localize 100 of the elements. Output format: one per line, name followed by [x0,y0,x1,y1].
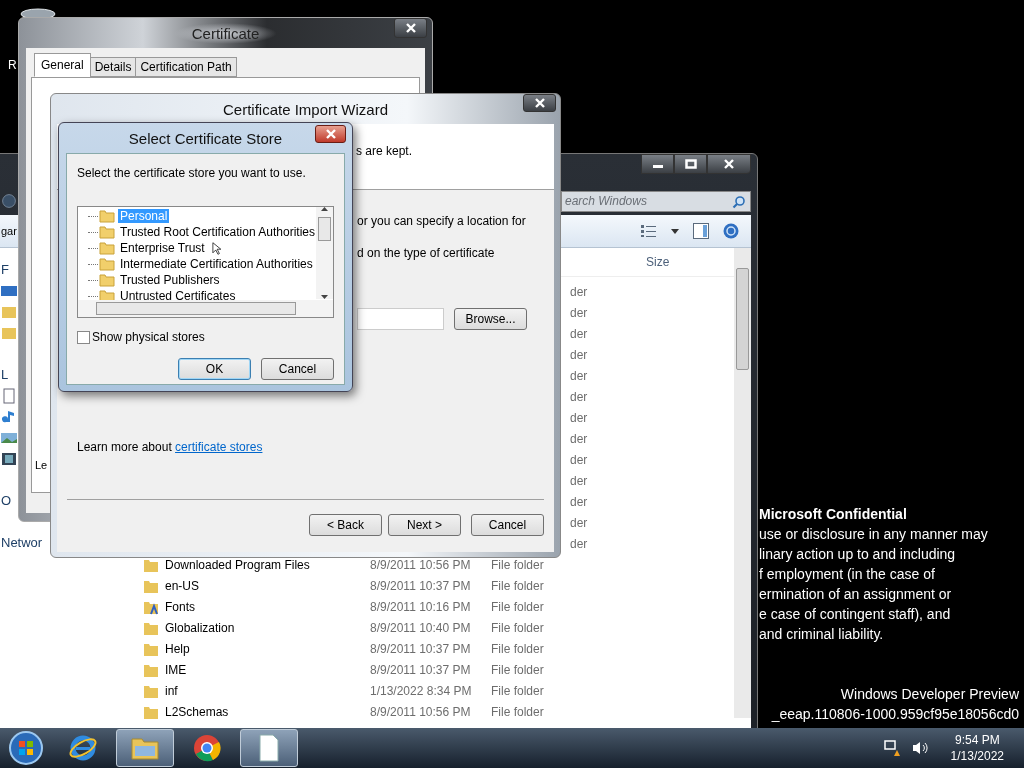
wizard-button[interactable]: < Back [309,514,382,536]
wizard-button[interactable]: Cancel [471,514,544,536]
file-name[interactable]: IME [165,662,187,677]
table-cell: File folder [491,578,544,593]
folder-icon [99,241,115,255]
nav-heading[interactable]: O [1,493,12,509]
scrollbar-thumb[interactable] [736,268,749,370]
maximize-icon [684,159,697,169]
build-line: Windows Developer Preview [840,685,1019,704]
tab[interactable]: Details [89,57,137,77]
search-field[interactable]: earch Windows [561,190,751,212]
certificate-stores-link[interactable]: certificate stores [175,440,263,454]
table-cell: File folder [491,557,544,572]
close-button[interactable] [315,125,346,143]
browse-button[interactable]: Browse... [454,308,527,330]
table-cell-text: 8/9/2011 10:16 PM [370,599,472,614]
checkbox-label[interactable]: Show physical stores [92,330,205,344]
path-field[interactable] [357,308,444,330]
table-cell: der [570,326,588,341]
music-note-icon[interactable] [1,409,17,425]
table-cell: File folder [491,662,544,677]
tree-item[interactable]: Trusted Publishers [118,273,222,287]
desktop-icon-label[interactable]: R [8,58,17,72]
taskbar-button[interactable] [240,729,298,767]
cursor-icon [212,242,221,255]
nav-heading[interactable]: L [1,367,9,383]
table-cell: File folder [491,620,544,635]
tab[interactable]: Certification Path [135,57,237,77]
file-name[interactable]: inf [165,683,178,698]
file-name[interactable]: Globalization [165,620,235,635]
nav-heading[interactable]: Networ [1,535,43,551]
table-cell: der [570,410,588,425]
scrollbar-thumb[interactable] [318,217,331,241]
learn-more-text: Learn more about certificate stores [77,440,263,454]
close-icon [723,159,735,169]
table-cell-text: 8/9/2011 10:56 PM [370,557,472,572]
build-line: _eeap.110806-1000.959cf95e18056cd0 [771,705,1019,724]
notice-line: use or disclosure in any manner may [759,525,988,544]
notice-line: and criminal liability. [759,625,885,644]
film-icon[interactable] [1,451,17,467]
notice-line: linary action up to and including [759,545,957,564]
caret-icon[interactable] [671,228,679,234]
wizard-button[interactable]: Next > [388,514,461,536]
preview-pane-icon[interactable] [693,223,709,239]
folder-icon [99,209,115,223]
table-cell-text: 8/9/2011 10:37 PM [370,578,472,593]
monitor-icon[interactable] [1,283,17,299]
table-cell: File folder [491,704,544,719]
checkbox[interactable] [77,330,90,344]
file-name[interactable]: Fonts [165,599,195,614]
tree-item[interactable]: Untrusted Certificates [118,289,238,303]
scrollbar[interactable] [734,248,751,718]
tree-item[interactable]: Intermediate Certification Authorities [118,257,315,271]
close-button[interactable] [707,154,751,174]
folder-icon [99,273,115,287]
help-icon[interactable] [723,223,739,239]
text-fragment: Le [35,459,48,471]
clock-date[interactable]: 1/13/2022 [950,748,1004,764]
nav-heading[interactable]: F [1,262,9,278]
table-cell-text: 8/9/2011 10:37 PM [370,662,472,677]
close-button[interactable] [523,94,556,112]
table-cell-text: 8/9/2011 10:37 PM [370,641,472,656]
tab[interactable]: General [34,53,91,77]
view-list-icon[interactable] [641,224,657,238]
tree-item[interactable]: Trusted Root Certification Authorities [118,225,317,239]
file-name[interactable]: L2Schemas [165,704,229,719]
column-header[interactable]: Size [646,255,670,269]
table-cell: der [570,473,588,488]
file-name[interactable]: Downloaded Program Files [165,557,310,572]
close-button[interactable] [394,18,427,38]
down-arrow-icon[interactable] [321,295,328,299]
wizard-description: s are kept. [356,144,413,158]
wizard-text: d on the type of certificate [357,246,495,260]
dialog-button[interactable]: OK [178,358,251,380]
close-icon [324,129,337,139]
file-name[interactable]: en-US [165,578,199,593]
scrollbar[interactable] [78,300,333,317]
up-arrow-icon[interactable] [321,207,328,211]
folder-icon [99,257,115,271]
landscape-icon[interactable] [1,430,17,446]
minimize-button[interactable] [641,154,674,174]
dialog-title: Select Certificate Store [128,129,283,147]
organize-menu[interactable]: gar [1,225,17,237]
notice-title: Microsoft Confidential [759,505,908,524]
maximize-button[interactable] [674,154,707,174]
start-button[interactable] [8,730,44,766]
tree-item[interactable]: Enterprise Trust [118,241,207,255]
table-cell: der [570,515,588,530]
scrollbar-thumb[interactable] [96,302,296,315]
clock-time[interactable]: 9:54 PM [954,732,1000,748]
table-cell: der [570,284,588,299]
table-cell-text: 1/13/2022 8:34 PM [370,683,473,698]
close-icon [404,23,417,33]
scrollbar[interactable] [316,207,333,299]
table-cell: File folder [491,641,544,656]
file-name[interactable]: Help [165,641,190,656]
back-button-icon[interactable] [2,194,16,208]
speaker-icon[interactable] [910,739,929,757]
dialog-button[interactable]: Cancel [261,358,334,380]
table-cell: der [570,305,588,320]
